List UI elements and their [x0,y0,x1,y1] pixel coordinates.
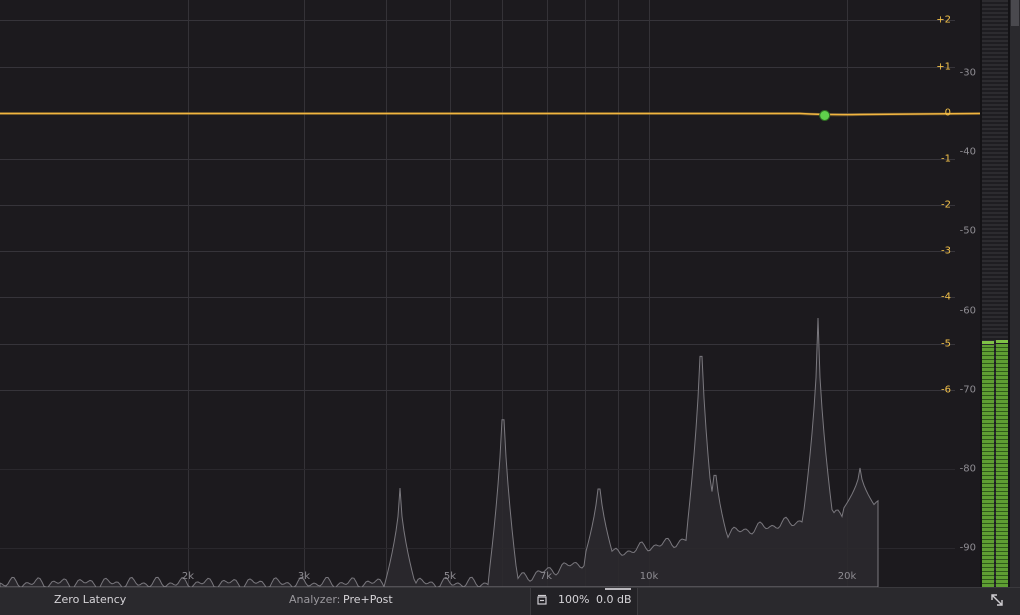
analyzer-level-label: -60 [959,305,976,317]
eq-display[interactable]: +2 +1 0 -1 -2 -3 -4 -5 -6 -30 -40 -50 -6… [0,0,980,587]
meter-peak [996,339,1008,343]
gain-label: -2 [941,199,951,211]
mode-icon[interactable] [536,594,548,606]
expand-icon[interactable] [988,591,1006,609]
spectrum-analyzer-trace [0,317,879,587]
status-bar: Zero Latency Analyzer: Pre+Post 100% 0.0… [0,587,1020,615]
latency-mode-button[interactable]: Zero Latency [54,593,126,606]
meter-fill [982,344,994,587]
meter-channel-right [996,0,1008,587]
frequency-label: 5k [443,571,457,582]
meter-scrollbar-thumb[interactable] [1011,0,1019,26]
meter-scrollbar[interactable] [1010,0,1020,587]
analyzer-level-label: -80 [959,463,976,475]
frequency-label: 10k [639,571,659,582]
scale-button[interactable]: 100% [558,593,589,606]
meter-channel-left [982,0,994,587]
analyzer-mode-button[interactable]: Pre+Post [343,593,393,606]
frequency-label: 3k [297,571,311,582]
analyzer-level-label: -70 [959,384,976,396]
gain-label: -6 [941,384,951,396]
output-gain-field[interactable]: 0.0 dB [596,593,632,606]
gain-label: -4 [941,291,951,303]
frequency-label: 20k [837,571,857,582]
gain-label: +2 [936,14,951,26]
frequency-label: 2k [181,571,195,582]
meter-peak [982,340,994,344]
analyzer-level-label: -30 [959,67,976,79]
gain-label: -5 [941,338,951,350]
frequency-label: 7k [539,571,553,582]
gain-label: +1 [936,61,951,73]
analyzer-level-label: -90 [959,542,976,554]
gain-label: 0 [944,107,951,119]
analyzer-level-label: -40 [959,146,976,158]
gain-label: -1 [941,153,951,165]
gain-indicator [605,588,631,590]
analyzer-level-label: -50 [959,225,976,237]
meter-fill [996,343,1008,587]
gain-label: -3 [941,245,951,257]
eq-band-node[interactable] [819,110,831,121]
eq-graph[interactable] [0,0,980,587]
analyzer-label: Analyzer: [289,593,341,606]
